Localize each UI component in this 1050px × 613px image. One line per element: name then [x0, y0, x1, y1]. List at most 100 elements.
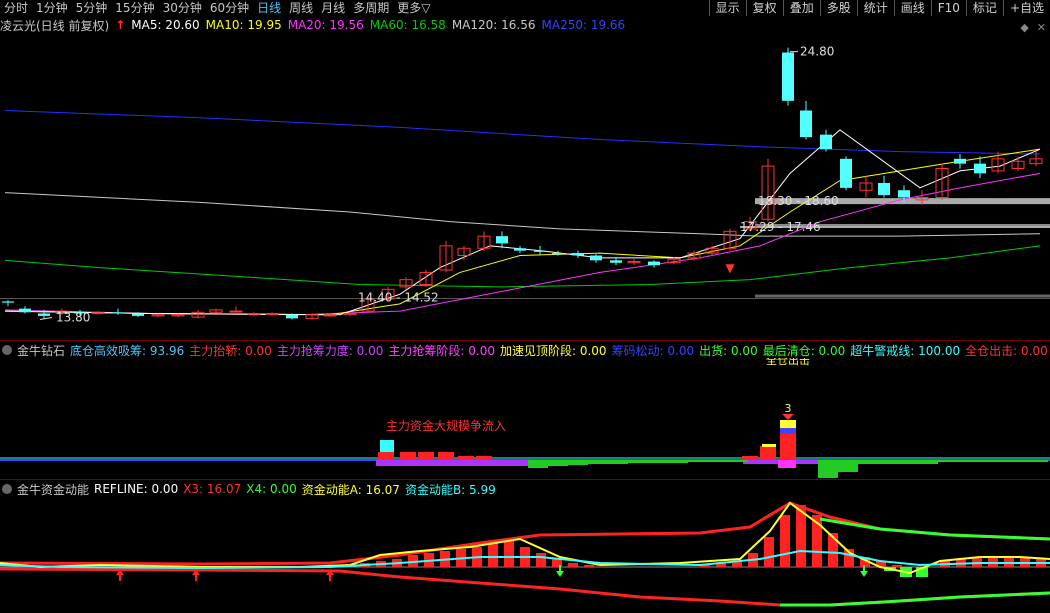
indicator2-legend: 金牛资金动能 REFLINE: 0.00 X3: 16.07 X4: 0.00 资金动… — [0, 481, 501, 497]
purple-band — [376, 460, 528, 466]
candle-body — [782, 52, 794, 101]
tab-period-1[interactable]: 1分钟 — [32, 0, 72, 16]
legend-field: 资金动能B: 5.99 — [404, 482, 496, 497]
inflow-bar — [400, 452, 416, 460]
tab-period-8[interactable]: 月线 — [317, 0, 349, 16]
candle-body — [572, 253, 584, 256]
low-price-pointer — [39, 317, 53, 320]
gear-icon[interactable] — [2, 484, 12, 494]
kline-chart[interactable]: 24.80 13.80 14.40 - 14.52 17.29 - 17.46 18.3… — [0, 34, 1050, 339]
indicator2-chart[interactable] — [0, 497, 1050, 613]
up-arrow-icon: ↑ — [115, 18, 126, 32]
candle-body — [954, 158, 966, 164]
ma250-label: MA250: 19.66 — [541, 18, 626, 32]
outflow-bar — [568, 460, 588, 465]
candle-body — [534, 250, 546, 252]
tab-period-5[interactable]: 60分钟 — [206, 0, 253, 16]
scroll-up-icon[interactable]: ◆ — [1020, 21, 1028, 34]
momentum-bar — [504, 541, 514, 567]
indicator1-legend: 金牛钻石 底仓高效吸筹: 93.96 主力抬轿: 0.00 主力抢筹力度: 0.00… — [0, 342, 1050, 358]
candle-body — [800, 110, 812, 138]
candle-body — [820, 134, 832, 150]
multi-stock-button[interactable]: 多股 — [819, 0, 857, 16]
momentum-bar — [536, 553, 546, 567]
legend-field: 超牛警戒线: 100.00 — [850, 343, 961, 358]
candle-body — [590, 255, 602, 261]
ma60-label: MA60: 16.58 — [369, 18, 446, 32]
tab-period-0[interactable]: 分时 — [0, 0, 32, 16]
overlay-button[interactable]: 叠加 — [782, 0, 820, 16]
outflow-bar — [838, 460, 858, 472]
tab-period-2[interactable]: 5分钟 — [72, 0, 112, 16]
tab-period-7[interactable]: 周线 — [285, 0, 317, 16]
spike-bar-red — [780, 434, 796, 460]
momentum-bar — [584, 565, 594, 567]
candle-body — [2, 301, 14, 303]
outflow-bar — [588, 460, 608, 464]
legend-field: X4: 0.00 — [246, 482, 297, 496]
draw-button[interactable]: 画线 — [893, 0, 931, 16]
pane-divider — [0, 479, 1050, 480]
adjust-button[interactable]: 复权 — [745, 0, 783, 16]
inflow-bar — [418, 452, 434, 460]
support-label-2: 17.29 - 17.46 — [740, 220, 821, 234]
f10-button[interactable]: F10 — [930, 0, 966, 16]
support-label-3: 18.30 - 18.60 — [758, 194, 839, 208]
outflow-bar — [688, 460, 708, 462]
outflow-bar — [708, 460, 728, 462]
momentum-bar — [892, 565, 902, 567]
high-price-label: 24.80 — [800, 45, 834, 59]
legend-field: 主力抬轿: 0.00 — [189, 343, 272, 358]
outflow-bar — [818, 460, 838, 478]
legend-field: 主力抢筹力度: 0.00 — [276, 343, 384, 358]
spike-bar-blue — [780, 428, 796, 434]
ma60-line — [4, 245, 1041, 288]
legend-field: REFLINE: 0.00 — [94, 482, 179, 496]
support-label-1: 14.40 - 14.52 — [358, 291, 439, 305]
ma-legend: 凌云光(日线 前复权) ↑ MA5: 20.60 MA10: 19.95 MA2… — [0, 17, 631, 33]
yellow-tick — [762, 444, 776, 447]
indicator1-chart[interactable]: 3 主力资金大规模争流入 全仓出击 — [0, 358, 1050, 478]
candle-body — [840, 158, 852, 188]
outflow-bar — [648, 460, 668, 463]
full-position-annotation: 全仓出击 — [766, 358, 810, 367]
magenta-band — [778, 460, 796, 468]
support-band — [755, 294, 1050, 298]
mark-button[interactable]: 标记 — [965, 0, 1003, 16]
outflow-bar — [628, 460, 648, 463]
legend-field: 资金动能A: 16.07 — [301, 482, 400, 497]
gear-icon[interactable] — [2, 345, 12, 355]
candle-body — [610, 260, 622, 263]
candle-body — [19, 308, 31, 313]
cyan-bar — [380, 440, 394, 452]
down-arrow-icon: ▼ — [725, 261, 735, 275]
legend-field: 主力抢筹阶段: 0.00 — [388, 343, 495, 358]
momentum-bar — [488, 543, 498, 567]
candle-body — [265, 313, 279, 315]
tab-period-10[interactable]: 更多▽ — [393, 0, 434, 16]
momentum-bar — [764, 537, 774, 567]
tab-period-9[interactable]: 多周期 — [349, 0, 393, 16]
momentum-bar — [568, 563, 578, 567]
ma20-label: MA20: 19.56 — [287, 18, 364, 32]
outflow-bar — [728, 460, 748, 462]
ma120-label: MA120: 16.56 — [451, 18, 536, 32]
candle-body — [898, 190, 910, 198]
outflow-bar — [528, 460, 548, 468]
legend-field: X3: 16.07 — [183, 482, 242, 496]
legend-field: 加速见顶阶段: 0.00 — [499, 343, 607, 358]
candle-body — [648, 261, 660, 266]
tab-period-6[interactable]: 日线 — [253, 0, 285, 16]
stats-button[interactable]: 统计 — [856, 0, 894, 16]
menu-bar: 分时 1分钟 5分钟 15分钟 30分钟 60分钟 日线 周线 月线 多周期 更… — [0, 0, 1050, 16]
display-button[interactable]: 显示 — [708, 0, 746, 16]
inflow-bar — [378, 452, 394, 460]
spike-bar-yellow — [780, 420, 796, 428]
outflow-bar — [668, 460, 688, 463]
close-pane-icon[interactable]: ✕ — [1037, 21, 1046, 34]
tab-period-3[interactable]: 15分钟 — [111, 0, 158, 16]
tab-period-4[interactable]: 30分钟 — [159, 0, 206, 16]
toolbar-buttons: 显示 复权 叠加 多股 统计 画线 F10 标记 +自选 — [708, 0, 1050, 16]
add-watchlist-button[interactable]: +自选 — [1002, 0, 1050, 16]
inflow-bar — [476, 456, 492, 460]
